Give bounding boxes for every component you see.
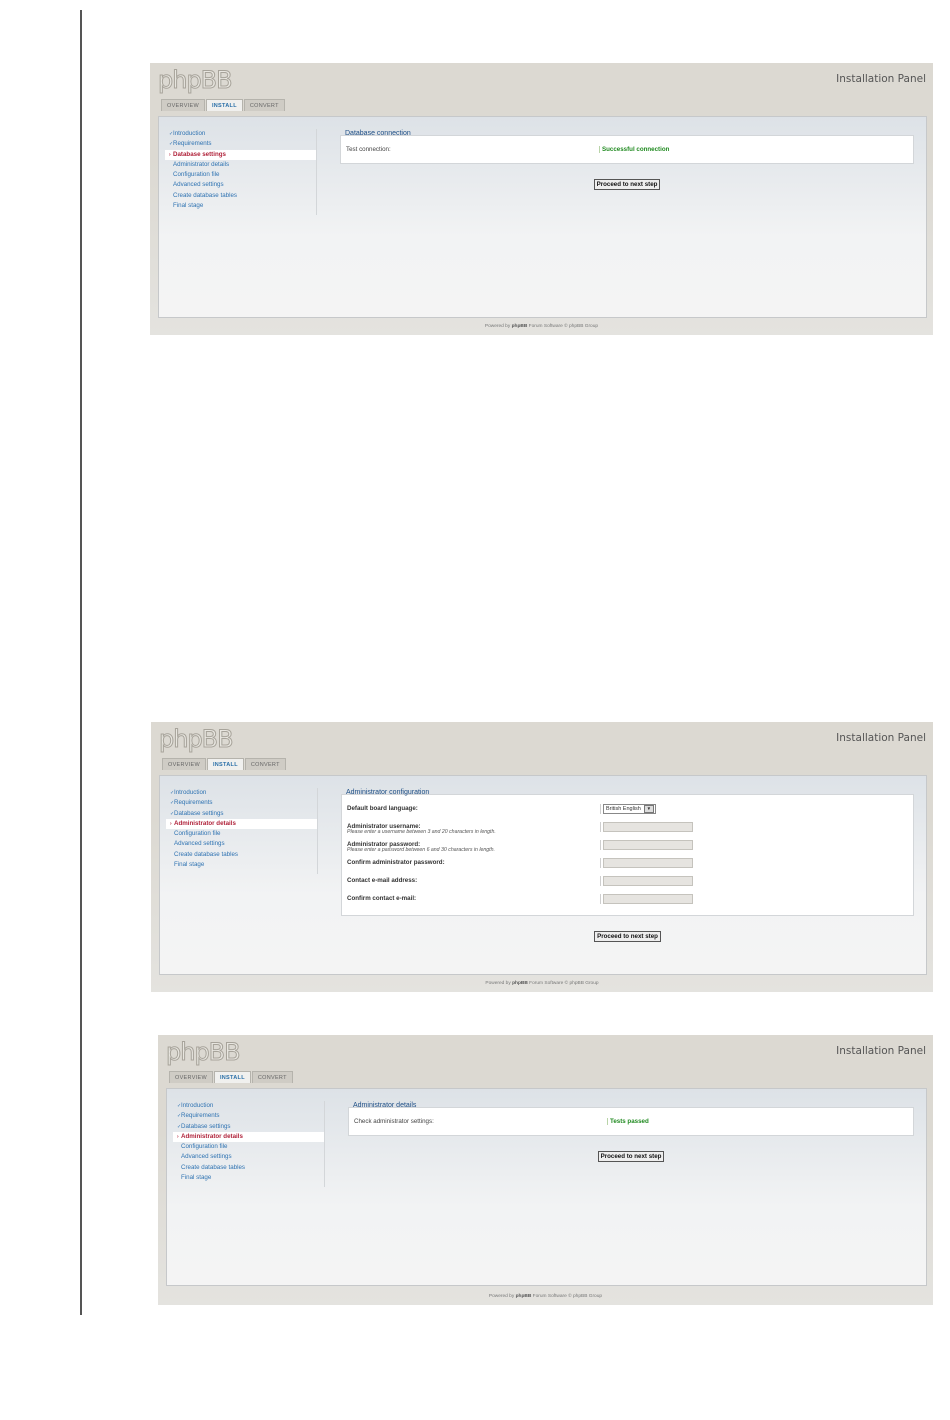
nav-advanced-settings[interactable]: Advanced settings (173, 1152, 324, 1162)
page-margin-line (80, 10, 82, 1315)
nav-configuration-file[interactable]: Configuration file (166, 829, 317, 839)
admin-username-row: Administrator username: Please enter a u… (342, 819, 913, 837)
nav-requirements[interactable]: ✓Requirements (166, 798, 317, 808)
tab-install[interactable]: INSTALL (206, 758, 244, 770)
admin-password-input[interactable] (603, 840, 693, 850)
confirm-password-row: Confirm administrator password: (342, 855, 913, 873)
main-form: Administrator configuration Default boar… (341, 788, 914, 943)
administrator-configuration-fieldset: Administrator configuration Default boar… (341, 789, 914, 916)
field-label: Default board language: (347, 805, 418, 812)
field-label: Contact e-mail address: (347, 877, 418, 884)
contact-email-input[interactable] (603, 876, 693, 886)
confirm-password-input[interactable] (603, 858, 693, 868)
panel-title: Installation Panel (836, 73, 926, 85)
tab-convert[interactable]: CONVERT (251, 1071, 293, 1083)
field-hint: Please enter a password between 6 and 30… (347, 847, 495, 853)
row-label: Test connection: (346, 146, 391, 153)
nav-final-stage[interactable]: Final stage (165, 201, 316, 211)
proceed-button[interactable]: Proceed to next step (594, 931, 661, 942)
tab-overview[interactable]: OVERVIEW (161, 99, 205, 111)
phpbb-logo: phpBB (159, 725, 235, 754)
content-area: ✓Introduction ✓Requirements ✓Database se… (159, 775, 927, 975)
database-connection-fieldset: Database connection Test connection: Suc… (340, 130, 914, 164)
main-form: Database connection Test connection: Suc… (340, 129, 914, 191)
nav-introduction[interactable]: ✓Introduction (166, 788, 317, 798)
step-nav: ✓Introduction ✓Requirements › Database se… (165, 129, 317, 216)
nav-advanced-settings[interactable]: Advanced settings (165, 180, 316, 190)
install-panel-administrator-details: phpBB Installation Panel OVERVIEW INSTAL… (158, 1035, 933, 1305)
language-row: Default board language: British English ▼ (342, 801, 913, 819)
nav-requirements[interactable]: ✓Requirements (165, 139, 316, 149)
tab-install[interactable]: INSTALL (213, 1071, 251, 1083)
main-form: Administrator details Check administrato… (348, 1101, 914, 1163)
install-panel-administrator-configuration: phpBB Installation Panel OVERVIEW INSTAL… (151, 722, 933, 992)
nav-administrator-details[interactable]: Administrator details (165, 160, 316, 170)
nav-requirements[interactable]: ✓Requirements (173, 1111, 324, 1121)
nav-final-stage[interactable]: Final stage (173, 1173, 324, 1183)
field-label: Confirm administrator password: (347, 859, 445, 866)
admin-password-row: Administrator password: Please enter a p… (342, 837, 913, 855)
administrator-details-fieldset: Administrator details Check administrato… (348, 1102, 914, 1136)
content-area: ✓Introduction ✓Requirements › Database se… (158, 116, 927, 318)
step-nav: ✓Introduction ✓Requirements ✓Database se… (166, 788, 318, 875)
admin-username-input[interactable] (603, 822, 693, 832)
nav-introduction[interactable]: ✓Introduction (173, 1101, 324, 1111)
tab-bar: OVERVIEW INSTALL CONVERT (162, 758, 286, 770)
fieldset-legend: Administrator details (353, 1102, 417, 1109)
proceed-button[interactable]: Proceed to next step (597, 1151, 665, 1162)
content-area: ✓Introduction ✓Requirements ✓Database se… (166, 1088, 927, 1286)
phpbb-logo: phpBB (166, 1038, 242, 1067)
tab-convert[interactable]: CONVERT (243, 99, 285, 111)
nav-advanced-settings[interactable]: Advanced settings (166, 839, 317, 849)
nav-database-settings[interactable]: › Database settings (165, 149, 316, 160)
nav-database-settings[interactable]: ✓Database settings (166, 809, 317, 819)
nav-create-database-tables[interactable]: Create database tables (173, 1163, 324, 1173)
nav-final-stage[interactable]: Final stage (166, 860, 317, 870)
tab-convert[interactable]: CONVERT (244, 758, 286, 770)
field-hint: Please enter a username between 3 and 20… (347, 829, 496, 835)
fieldset-legend: Administrator configuration (346, 789, 430, 796)
fieldset-legend: Database connection (345, 130, 411, 137)
nav-administrator-details[interactable]: › Administrator details (173, 1131, 324, 1143)
confirm-email-row: Confirm contact e-mail: (342, 891, 913, 909)
dropdown-arrow-icon: ▼ (643, 805, 654, 813)
tab-bar: OVERVIEW INSTALL CONVERT (169, 1071, 293, 1083)
confirm-email-input[interactable] (603, 894, 693, 904)
footer: Powered by phpBB Forum Software © phpBB … (485, 981, 599, 986)
tab-install[interactable]: INSTALL (205, 99, 243, 111)
footer: Powered by phpBB Forum Software © phpBB … (484, 324, 599, 329)
nav-administrator-details[interactable]: › Administrator details (166, 818, 317, 830)
proceed-button[interactable]: Proceed to next step (593, 179, 661, 190)
tab-overview[interactable]: OVERVIEW (169, 1071, 213, 1083)
contact-email-row: Contact e-mail address: (342, 873, 913, 891)
step-nav: ✓Introduction ✓Requirements ✓Database se… (173, 1101, 325, 1188)
row-label: Check administrator settings: (354, 1118, 434, 1125)
status-success: Tests passed (607, 1118, 649, 1125)
install-panel-database-settings: phpBB Installation Panel OVERVIEW INSTAL… (150, 63, 933, 335)
nav-create-database-tables[interactable]: Create database tables (166, 850, 317, 860)
field-label: Confirm contact e-mail: (347, 895, 417, 902)
nav-database-settings[interactable]: ✓Database settings (173, 1122, 324, 1132)
tab-bar: OVERVIEW INSTALL CONVERT (161, 99, 285, 111)
nav-create-database-tables[interactable]: Create database tables (165, 191, 316, 201)
status-success: Successful connection (599, 146, 669, 153)
nav-configuration-file[interactable]: Configuration file (165, 170, 316, 180)
phpbb-logo: phpBB (158, 66, 234, 95)
nav-introduction[interactable]: ✓Introduction (165, 129, 316, 139)
tab-overview[interactable]: OVERVIEW (162, 758, 206, 770)
language-select[interactable]: British English ▼ (603, 804, 656, 814)
panel-title: Installation Panel (836, 732, 926, 744)
panel-title: Installation Panel (836, 1045, 926, 1057)
footer: Powered by phpBB Forum Software © phpBB … (488, 1294, 603, 1299)
nav-configuration-file[interactable]: Configuration file (173, 1142, 324, 1152)
